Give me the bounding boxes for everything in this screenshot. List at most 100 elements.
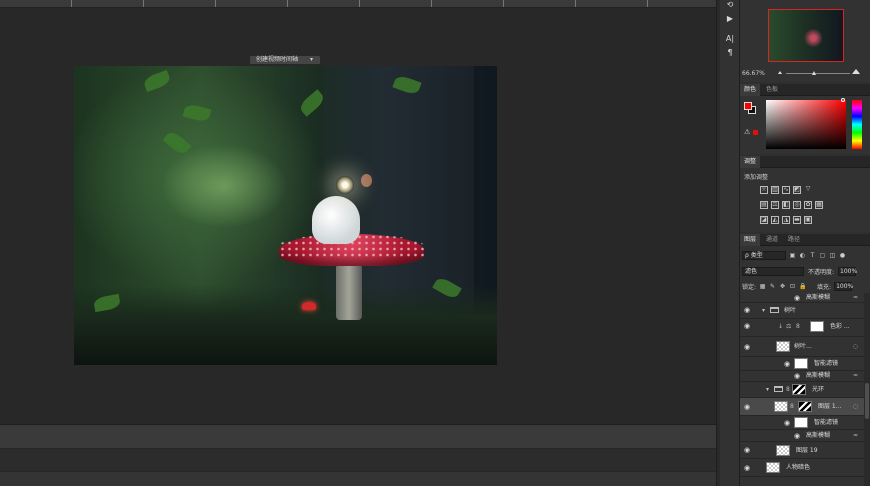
effect-toggle-icon[interactable]: ≈	[853, 294, 858, 301]
eye-icon[interactable]: ◉	[744, 343, 752, 351]
foreground-color-swatch[interactable]	[744, 102, 752, 110]
tab-color[interactable]: 颜色	[740, 84, 761, 96]
smart-object-filter-icon[interactable]: ◫	[829, 252, 836, 259]
eye-icon[interactable]: ◉	[744, 464, 752, 472]
tab-layers[interactable]: 图层	[740, 234, 761, 246]
chevron-down-icon[interactable]: ▾	[766, 386, 769, 393]
image-leaf	[297, 89, 327, 117]
history-icon[interactable]: ⟲	[724, 0, 736, 10]
type-filter-icon[interactable]: T	[809, 252, 816, 259]
layer-thumbnail[interactable]	[776, 341, 790, 352]
brightness-icon[interactable]: ☼	[760, 186, 768, 194]
black-white-icon[interactable]: ◧	[782, 201, 790, 209]
exposure-icon[interactable]: ◩	[793, 186, 801, 194]
filter-toggle-icon[interactable]: ●	[839, 252, 846, 259]
layer-row[interactable]: ◉ 智能滤镜	[740, 357, 864, 371]
curves-icon[interactable]: ∿	[782, 186, 790, 194]
fill-field[interactable]: 100%	[834, 282, 853, 291]
opacity-field[interactable]: 100%	[838, 267, 857, 276]
effect-toggle-icon[interactable]: ≈	[853, 372, 858, 379]
group-mask-thumbnail[interactable]	[792, 384, 806, 395]
filter-mask-thumbnail[interactable]	[794, 417, 808, 428]
vibrance-icon[interactable]: ▽	[804, 186, 812, 194]
lock-all-icon[interactable]: 🔒	[799, 283, 806, 290]
levels-icon[interactable]: ▥	[771, 186, 779, 194]
paragraph-icon[interactable]: ¶	[724, 48, 736, 58]
chevron-down-icon[interactable]: ▾	[762, 307, 765, 314]
image-small-mushroom	[302, 302, 316, 310]
lock-transparent-icon[interactable]: ▦	[759, 283, 766, 290]
zoom-in-icon[interactable]	[852, 69, 860, 74]
layer-thumbnail[interactable]	[774, 401, 788, 412]
layer-row[interactable]: ◉ ↓ ⚖ 8 色彩 ...	[740, 319, 864, 337]
tab-adjustments[interactable]: 调整	[740, 156, 761, 168]
layer-row[interactable]: ◉ 高斯模糊 ≈	[740, 371, 864, 382]
eye-icon[interactable]: ◉	[744, 322, 752, 330]
layers-scrollbar[interactable]	[864, 293, 870, 486]
lock-artboard-icon[interactable]: ⊡	[789, 283, 796, 290]
layer-row[interactable]: ◉ 图层 19	[740, 442, 864, 459]
layer-group-row[interactable]: ▾ 8 光环	[740, 382, 864, 398]
color-picker-marker[interactable]	[841, 98, 845, 102]
adjustment-filter-icon[interactable]: ◐	[799, 252, 806, 259]
threshold-icon[interactable]: ◮	[782, 216, 790, 224]
layers-scrollbar-thumb[interactable]	[865, 383, 869, 419]
eye-icon[interactable]: ◉	[794, 432, 802, 440]
color-balance-icon[interactable]: ⚖	[771, 201, 779, 209]
smart-object-icon: ◌	[852, 403, 858, 410]
zoom-out-icon[interactable]	[778, 71, 782, 74]
chevron-down-icon[interactable]: ▾	[310, 56, 318, 64]
layer-row-selected[interactable]: ◉ 8 图层 1... ◌	[740, 398, 864, 416]
color-picker-field[interactable]	[766, 100, 846, 149]
layer-row[interactable]: ◉ 树叶... ◌	[740, 337, 864, 357]
eye-icon[interactable]: ◉	[744, 446, 752, 454]
filter-mask-thumbnail[interactable]	[794, 358, 808, 369]
play-icon[interactable]: ▶	[724, 14, 736, 24]
layer-kind-filter[interactable]: ρ 类型	[742, 251, 786, 260]
eye-icon[interactable]: ◉	[794, 294, 802, 302]
lock-image-icon[interactable]: ✎	[769, 283, 776, 290]
zoom-level[interactable]: 66.67%	[742, 70, 765, 77]
color-lookup-icon[interactable]: ▦	[815, 201, 823, 209]
eye-icon[interactable]: ◉	[744, 403, 752, 411]
layer-row[interactable]: ◉ 高斯模糊 ≈	[740, 293, 864, 303]
layer-group-row[interactable]: ◉ ▾ 树叶	[740, 303, 864, 319]
eye-icon[interactable]: ◉	[784, 360, 792, 368]
tab-channels[interactable]: 通道	[762, 234, 782, 246]
tab-paths[interactable]: 路径	[784, 234, 804, 246]
hue-saturation-icon[interactable]: ▤	[760, 201, 768, 209]
layer-row[interactable]: ◉ 智能滤镜	[740, 416, 864, 430]
layer-thumbnail[interactable]	[766, 462, 780, 473]
layer-thumbnail[interactable]	[776, 445, 790, 456]
layer-row[interactable]: ◉ 高斯模糊 ≈	[740, 430, 864, 442]
posterize-icon[interactable]: ◭	[771, 216, 779, 224]
selective-color-icon[interactable]: ▣	[804, 216, 812, 224]
tab-swatches[interactable]: 色板	[762, 84, 782, 96]
hue-slider[interactable]	[852, 100, 862, 149]
invert-icon[interactable]: ◪	[760, 216, 768, 224]
photo-filter-icon[interactable]: ◎	[793, 201, 801, 209]
horizontal-ruler[interactable]	[0, 0, 716, 8]
gamut-warning-icon[interactable]: ⚠	[744, 128, 750, 136]
zoom-slider[interactable]	[786, 73, 850, 74]
blend-mode-select[interactable]: 滤色	[742, 267, 804, 276]
layer-row[interactable]: ◉ 人物暗色	[740, 459, 864, 477]
eye-icon[interactable]: ◉	[794, 372, 802, 380]
eye-icon[interactable]: ◉	[784, 419, 792, 427]
shape-filter-icon[interactable]: ▢	[819, 252, 826, 259]
layer-mask-thumbnail[interactable]	[798, 401, 812, 412]
lock-position-icon[interactable]: ✥	[779, 283, 786, 290]
gamut-warning-swatch[interactable]	[753, 130, 758, 135]
channel-mixer-icon[interactable]: ✿	[804, 201, 812, 209]
canvas-workspace[interactable]	[0, 8, 716, 424]
eye-icon[interactable]: ◉	[744, 306, 752, 314]
navigator-thumbnail[interactable]	[768, 9, 844, 62]
effect-toggle-icon[interactable]: ≈	[853, 432, 858, 439]
character-icon[interactable]: A|	[724, 34, 736, 44]
status-bar	[0, 425, 716, 449]
document-canvas[interactable]	[74, 66, 497, 365]
zoom-slider-knob[interactable]	[812, 71, 816, 75]
gradient-map-icon[interactable]: ▬	[793, 216, 801, 224]
pixel-filter-icon[interactable]: ▣	[789, 252, 796, 259]
layer-mask-thumbnail[interactable]	[810, 321, 824, 332]
